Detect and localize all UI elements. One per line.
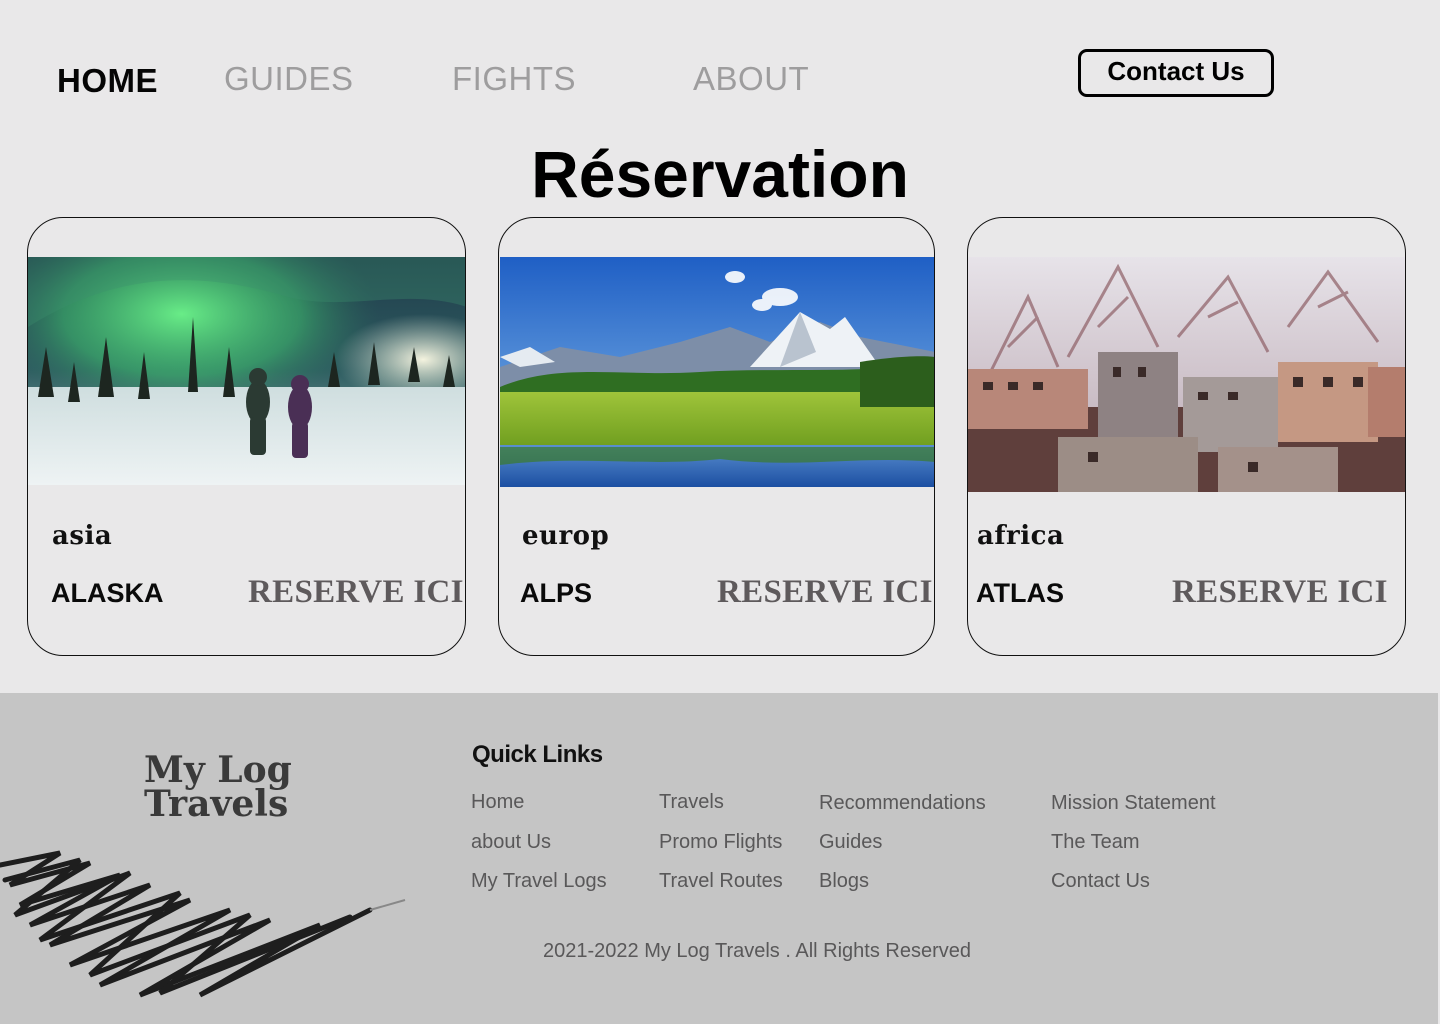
contact-us-button[interactable]: Contact Us [1078,49,1274,97]
destination-card-atlas: africa ATLAS RESERVE ICI [967,217,1406,656]
page-title: Réservation [531,137,909,211]
quick-links-heading: Quick Links [472,741,603,768]
footer-link-recommendations[interactable]: Recommendations [819,792,986,815]
brush-scribble-icon [0,850,406,998]
reserve-button-alps[interactable]: RESERVE ICI [717,574,933,611]
alaska-aurora-image [28,257,465,487]
reserve-button-alaska[interactable]: RESERVE ICI [248,574,464,611]
card-region-label: asia [52,521,113,551]
footer-link-home[interactable]: Home [471,791,524,814]
footer-link-my-travel-logs[interactable]: My Travel Logs [471,870,607,893]
footer-logo: My Log Travels [144,749,292,825]
nav-guides-link[interactable]: GUIDES [224,60,354,98]
card-place-name: ATLAS [976,578,1064,608]
card-place-name: ALASKA [51,578,164,608]
footer-logo-line2: Travels [144,783,289,825]
nav-flights-link[interactable]: FIGHTS [452,60,576,98]
footer: My Log Travels Quick Links Home about Us… [0,693,1438,1024]
footer-link-promo-flights[interactable]: Promo Flights [659,831,782,854]
alps-lake-image [500,257,934,487]
nav-home-link[interactable]: HOME [57,62,158,100]
footer-link-the-team[interactable]: The Team [1051,831,1140,854]
footer-logo-line1: My Log [144,749,292,791]
footer-link-about-us[interactable]: about Us [471,831,551,854]
copyright-text: 2021-2022 My Log Travels . All Rights Re… [543,940,971,962]
destination-card-alaska: asia ALASKA RESERVE ICI [27,217,466,656]
footer-link-guides[interactable]: Guides [819,831,882,854]
nav-about-link[interactable]: ABOUT [693,60,809,98]
footer-link-travels[interactable]: Travels [659,791,724,814]
footer-link-blogs[interactable]: Blogs [819,870,869,893]
footer-link-travel-routes[interactable]: Travel Routes [659,870,783,893]
footer-link-contact-us[interactable]: Contact Us [1051,870,1150,893]
card-region-label: europ [522,521,610,551]
reserve-button-atlas[interactable]: RESERVE ICI [1172,574,1388,611]
card-place-name: ALPS [520,578,593,608]
card-region-label: africa [977,521,1065,551]
footer-link-mission-statement[interactable]: Mission Statement [1051,792,1216,815]
atlas-village-image [968,257,1405,492]
destination-card-alps: europ ALPS RESERVE ICI [498,217,935,656]
